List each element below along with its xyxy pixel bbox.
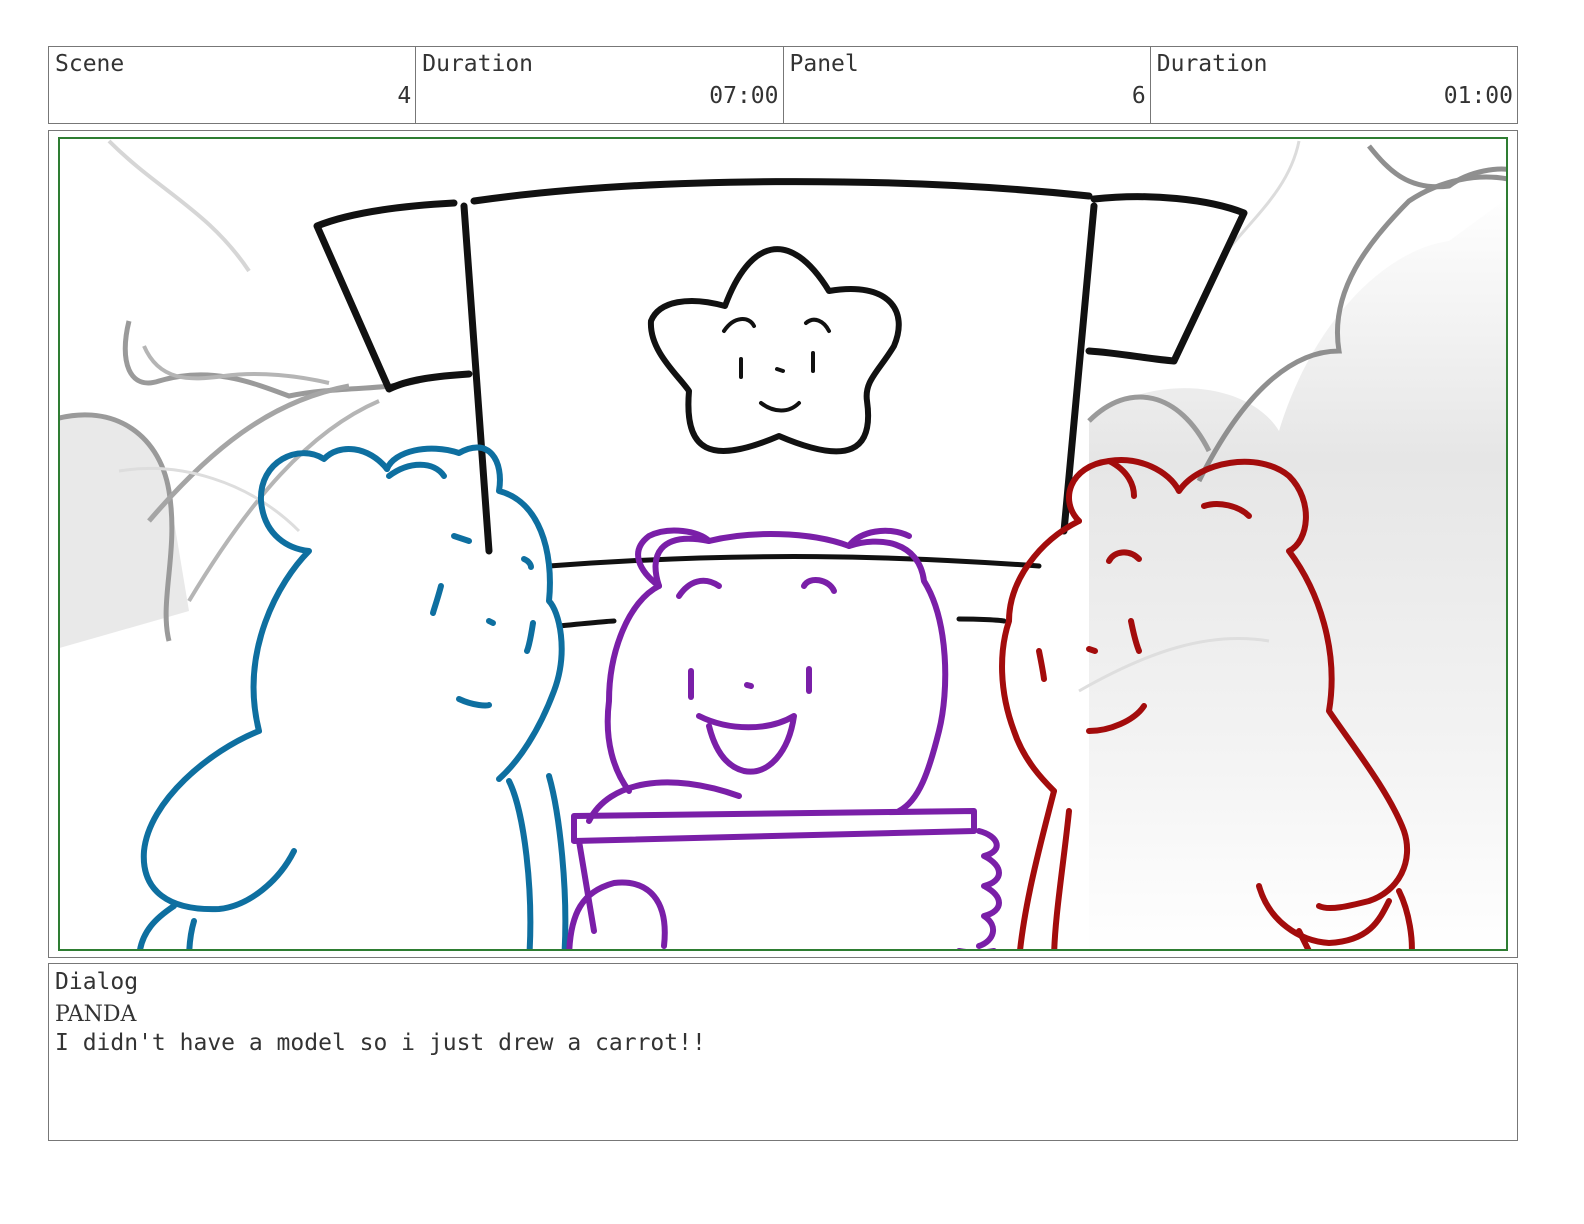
dialog-label: Dialog: [55, 969, 139, 995]
panel-cell: Panel 6: [784, 47, 1151, 123]
scene-label: Scene: [55, 51, 125, 77]
storyboard-panel-frame: [48, 130, 1518, 958]
panel-duration-label: Duration: [1156, 51, 1268, 77]
dialog-box: Dialog PANDA I didn't have a model so i …: [48, 963, 1518, 1141]
scene-duration-cell: Duration 07:00: [416, 47, 784, 123]
panel-duration-cell: Duration 01:00: [1151, 47, 1517, 123]
panel-number: 6: [1131, 83, 1146, 109]
panel-label: Panel: [789, 51, 859, 77]
dialog-line: I didn't have a model so i just drew a c…: [55, 1030, 706, 1056]
panel-header-table: Scene 4 Duration 07:00 Panel 6 Duration …: [48, 46, 1518, 124]
scene-duration-value: 07:00: [709, 83, 779, 109]
storyboard-drawing: [58, 137, 1508, 951]
scene-number: 4: [397, 83, 412, 109]
scene-cell: Scene 4: [49, 47, 417, 123]
dialog-speaker: PANDA: [55, 1002, 137, 1027]
panel-duration-value: 01:00: [1443, 83, 1513, 109]
scene-duration-label: Duration: [422, 51, 534, 77]
